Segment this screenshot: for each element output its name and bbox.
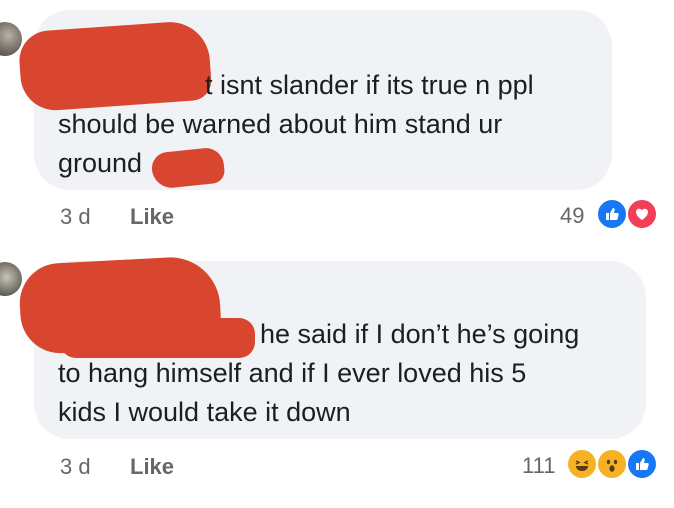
love-icon[interactable] [626,198,658,230]
comment-text-line: t isnt slander if its true n ppl [205,70,534,100]
comment-text-line: should be warned about him stand ur [58,109,503,139]
haha-icon[interactable] [566,448,598,480]
comment-text-line: to hang himself and if I ever loved his … [58,358,527,388]
redaction-mark [17,19,213,113]
like-icon[interactable] [596,198,628,230]
commenter-avatar[interactable] [0,262,22,296]
redaction-mark [150,146,226,190]
like-button[interactable]: Like [130,204,174,230]
comment-text-line: he said if I don’t he’s going [260,319,580,349]
like-button[interactable]: Like [130,454,174,480]
comment-time: 3 d [60,454,91,479]
redaction-mark [60,318,255,358]
wow-icon[interactable] [596,448,628,480]
reaction-count[interactable]: 111 [522,453,555,479]
commenter-avatar[interactable] [0,22,22,56]
comment-time: 3 d [60,204,91,229]
comment-text-line: ground [58,148,143,178]
comment-text-line: kids I would take it down [58,397,351,427]
like-icon[interactable] [626,448,658,480]
reaction-count[interactable]: 49 [560,203,584,229]
